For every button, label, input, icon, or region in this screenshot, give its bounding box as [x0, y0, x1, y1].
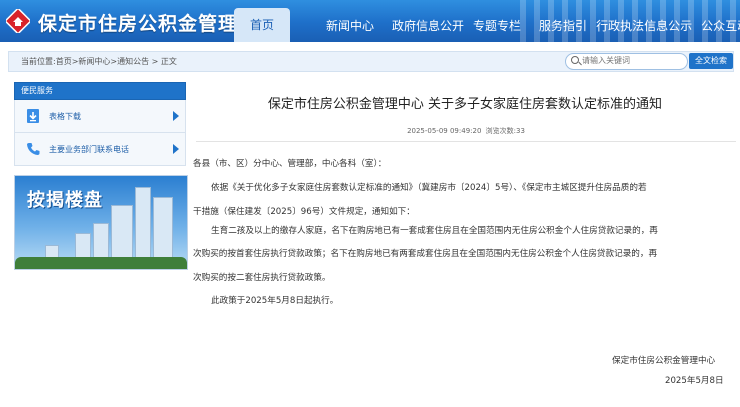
nav-item-special[interactable]: 专题专栏 — [473, 17, 521, 34]
nav-item-news[interactable]: 新闻中心 — [326, 17, 374, 34]
search-icon — [571, 56, 579, 64]
mortgage-projects-banner[interactable]: 按揭楼盘 — [14, 175, 188, 270]
article-views-label: 浏览次数: — [485, 127, 517, 135]
breadcrumb: 当前位置:首页>新闻中心>通知公告 > 正文 — [21, 56, 177, 67]
article-date: 2025-05-09 09:49:20 — [407, 127, 482, 135]
chevron-right-icon — [173, 111, 179, 121]
article-signature: 保定市住房公积金管理中心 — [612, 356, 716, 366]
search-input[interactable] — [582, 55, 682, 66]
sidebar-item-phone-contacts[interactable]: 主要业务部门联系电话 — [14, 133, 186, 166]
site-header: 保定市住房公积金管理中心 首页 新闻中心 政府信息公开 专题专栏 服务指引 行政… — [0, 0, 740, 42]
article-sign-date: 2025年5月8日 — [665, 376, 724, 386]
breadcrumb-link-news[interactable]: 新闻中心 — [78, 57, 110, 66]
phone-icon — [27, 143, 40, 155]
article-paragraph-line: 干措施（保住建发〔2025〕96号）文件规定，通知如下： — [193, 207, 415, 217]
main-nav: 新闻中心 政府信息公开 专题专栏 服务指引 行政执法信息公示 公众互动 — [326, 8, 740, 42]
breadcrumb-link-notices[interactable]: 通知公告 — [117, 57, 149, 66]
article-salutation: 各县（市、区）分中心、管理部，中心各科（室）： — [193, 159, 387, 169]
article-paragraph-line: 此政策于2025年5月8日起执行。 — [211, 296, 339, 306]
logo-icon[interactable] — [6, 9, 30, 33]
breadcrumb-current: 正文 — [160, 57, 177, 66]
sidebar-item-label: 主要业务部门联系电话 — [49, 145, 129, 154]
sidebar-item-label: 表格下载 — [49, 112, 81, 121]
article-paragraph-line: 依据《关于优化多子女家庭住房套数认定标准的通知》（冀建房市〔2024〕5号）、《… — [211, 183, 647, 193]
nav-home-tab[interactable]: 首页 — [234, 8, 290, 42]
title-divider — [196, 141, 736, 142]
search-box — [565, 53, 688, 70]
article-paragraph-line: 生育二孩及以上的缴存人家庭，名下在购房地已有一套成套住房且在全国范围内无住房公积… — [211, 226, 658, 236]
article-title: 保定市住房公积金管理中心 关于多子女家庭住房套数认定标准的通知 — [267, 97, 663, 112]
breadcrumb-prefix: 当前位置: — [21, 57, 56, 66]
nav-item-service-guide[interactable]: 服务指引 — [539, 17, 587, 34]
banner-greenery — [15, 257, 187, 269]
breadcrumb-bar: 当前位置:首页>新闻中心>通知公告 > 正文 全文检索 — [8, 51, 734, 72]
article-paragraph-line: 次购买的按二套住房执行贷款政策。 — [193, 273, 331, 283]
sidebar-header: 便民服务 — [14, 82, 186, 100]
chevron-right-icon — [173, 144, 179, 154]
article-paragraph-line: 次购买的按首套住房执行贷款政策；名下在购房地已有两套成套住房且在全国范围内无住房… — [193, 249, 658, 259]
nav-item-enforcement[interactable]: 行政执法信息公示 — [596, 17, 692, 34]
breadcrumb-separator: > — [151, 57, 159, 66]
sidebar: 便民服务 表格下载 主要业务部门联系电话 — [14, 82, 186, 166]
article-views-count: 33 — [516, 127, 525, 135]
article-meta: 2025-05-09 09:49:20 浏览次数:33 — [190, 126, 740, 136]
nav-item-gov-info[interactable]: 政府信息公开 — [392, 17, 464, 34]
fulltext-search-button[interactable]: 全文检索 — [689, 53, 733, 69]
nav-item-interaction[interactable]: 公众互动 — [701, 17, 740, 34]
banner-title: 按揭楼盘 — [27, 190, 103, 211]
sidebar-item-form-download[interactable]: 表格下载 — [14, 100, 186, 133]
form-download-icon — [27, 109, 39, 123]
breadcrumb-link-home[interactable]: 首页 — [56, 57, 72, 66]
